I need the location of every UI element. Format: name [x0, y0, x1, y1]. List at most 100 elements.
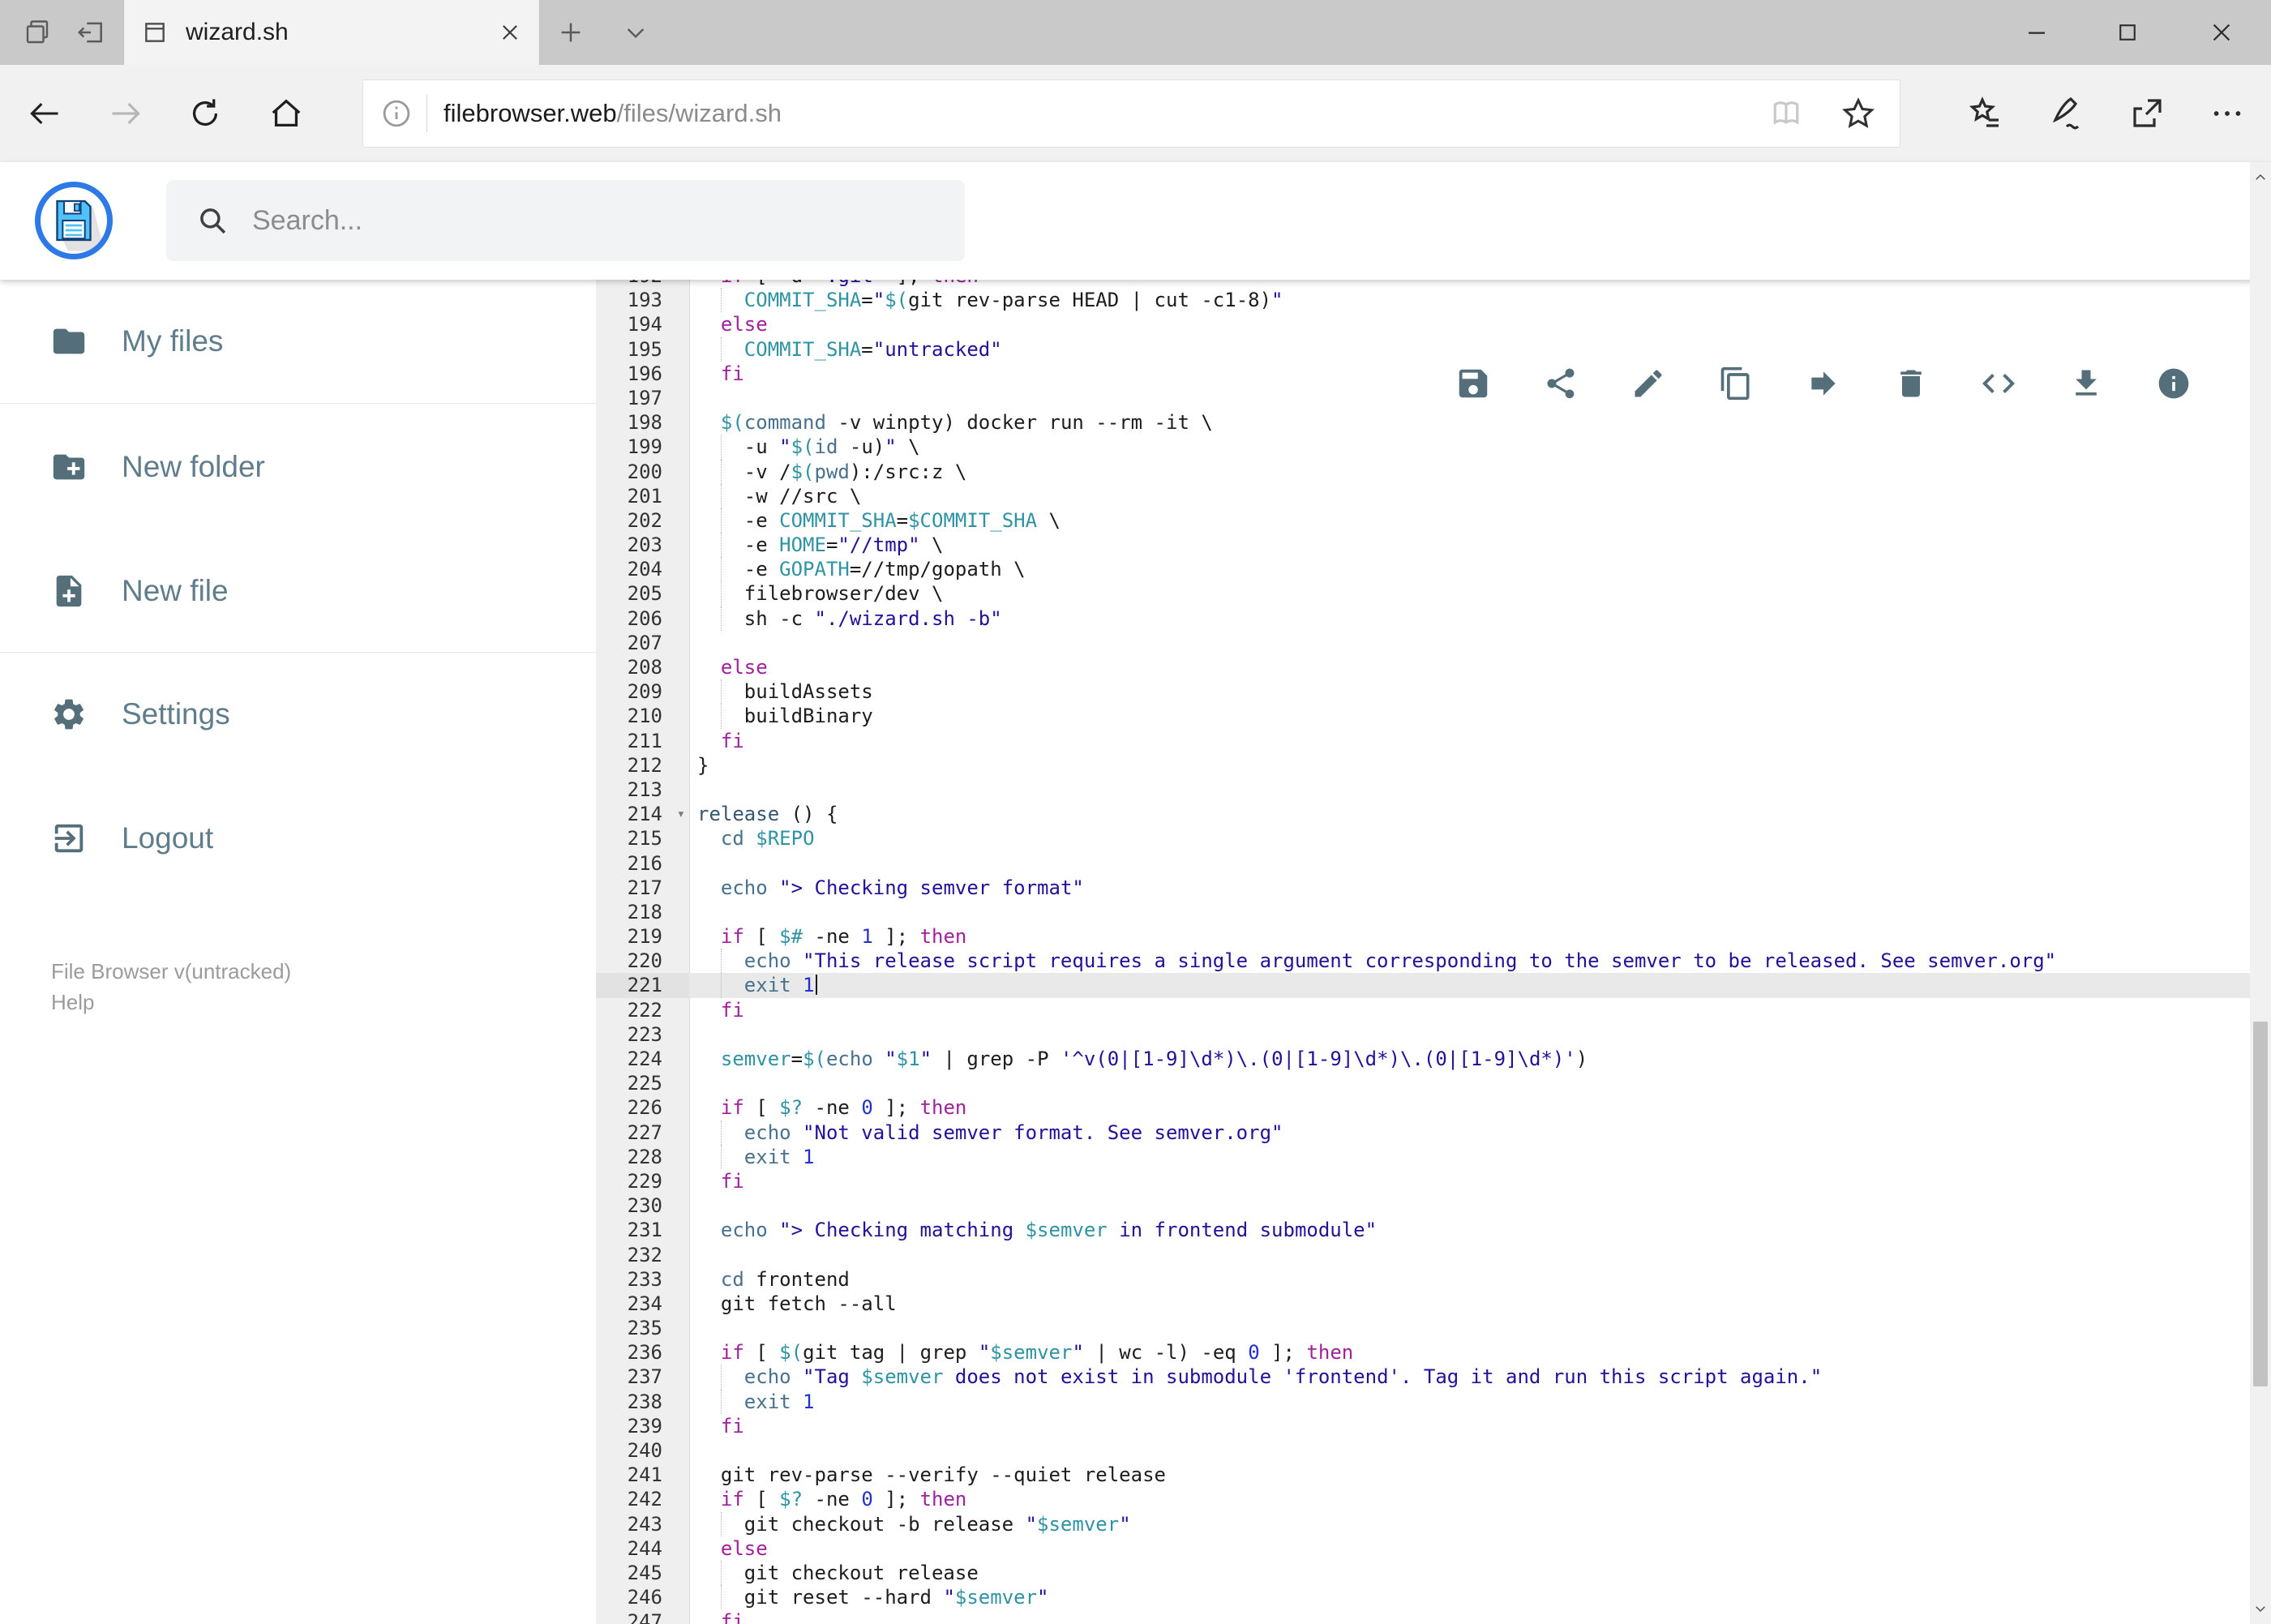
move-icon[interactable] — [1793, 353, 1854, 414]
code-line[interactable]: 213 — [596, 778, 2250, 802]
sidebar-item-new-file[interactable]: New file — [0, 558, 596, 624]
sidebar-item-my-files[interactable]: My files — [0, 308, 596, 375]
favorite-star-icon[interactable] — [1840, 95, 1877, 132]
window-close-icon[interactable] — [2185, 0, 2258, 65]
code-line[interactable]: 218 — [596, 900, 2250, 924]
code-line[interactable]: 247 fi — [596, 1609, 2250, 1624]
code-line[interactable]: 220 echo "This release script requires a… — [596, 949, 2250, 974]
code-line[interactable]: 230 — [596, 1193, 2250, 1218]
delete-icon[interactable] — [1880, 353, 1942, 414]
code-line[interactable]: 205 filebrowser/dev \ — [596, 581, 2250, 606]
code-line-text[interactable]: if [ $? -ne 0 ]; then — [689, 1487, 2250, 1511]
code-line-text[interactable]: else — [689, 1536, 2250, 1561]
code-line[interactable]: 217 echo "> Checking semver format" — [596, 876, 2250, 900]
code-line-text[interactable]: echo "> Checking semver format" — [689, 876, 2250, 900]
code-line[interactable]: 207 — [596, 631, 2250, 655]
code-line-text[interactable]: exit 1 — [689, 1144, 2250, 1169]
code-line-text[interactable]: COMMIT_SHA="$(git rev-parse HEAD | cut -… — [689, 288, 2250, 313]
code-line[interactable]: 246 git reset --hard "$semver" — [596, 1585, 2250, 1610]
sidebar-item-new-folder[interactable]: New folder — [0, 434, 596, 500]
code-line-text[interactable]: if [ $# -ne 1 ]; then — [689, 924, 2250, 949]
code-line[interactable]: 228 exit 1 — [596, 1144, 2250, 1169]
sidebar-item-logout[interactable]: Logout — [0, 805, 596, 872]
code-line[interactable]: 225 — [596, 1071, 2250, 1095]
help-link[interactable]: Help — [51, 990, 94, 1015]
code-line-text[interactable]: buildBinary — [689, 704, 2250, 729]
code-line-text[interactable]: git checkout -b release "$semver" — [689, 1511, 2250, 1536]
code-line-text[interactable]: } — [689, 753, 2250, 778]
copy-icon[interactable] — [1705, 353, 1767, 414]
code-line[interactable]: 235 — [596, 1316, 2250, 1340]
code-line[interactable]: 216 — [596, 851, 2250, 876]
code-line[interactable]: 223 — [596, 1022, 2250, 1047]
hub-favorites-icon[interactable] — [1957, 85, 2014, 142]
code-line-text[interactable]: sh -c "./wizard.sh -b" — [689, 606, 2250, 631]
code-line-text[interactable] — [689, 1022, 2250, 1047]
code-line-text[interactable]: if [ $? -ne 0 ]; then — [689, 1095, 2250, 1120]
code-line[interactable]: 243 git checkout -b release "$semver" — [596, 1511, 2250, 1536]
code-line-text[interactable] — [689, 778, 2250, 802]
code-line-text[interactable] — [689, 851, 2250, 876]
code-line[interactable]: 226 if [ $? -ne 0 ]; then — [596, 1095, 2250, 1120]
code-line[interactable]: 210 buildBinary — [596, 704, 2250, 729]
code-line[interactable]: 204 -e GOPATH=//tmp/gopath \ — [596, 557, 2250, 582]
page-scrollbar[interactable] — [2250, 162, 2271, 1624]
scroll-down-icon[interactable] — [2250, 1593, 2271, 1624]
code-line[interactable]: 234 git fetch --all — [596, 1292, 2250, 1316]
code-line-text[interactable]: filebrowser/dev \ — [689, 581, 2250, 606]
code-line[interactable]: 244 else — [596, 1536, 2250, 1561]
scrollbar-thumb[interactable] — [2253, 1022, 2268, 1386]
code-line[interactable]: 211 fi — [596, 729, 2250, 753]
code-line-text[interactable]: echo "Not valid semver format. See semve… — [689, 1120, 2250, 1145]
url-text[interactable]: filebrowser.web/files/wizard.sh — [443, 99, 782, 128]
code-line-text[interactable]: fi — [689, 1414, 2250, 1438]
code-line-text[interactable]: release () { — [689, 802, 2250, 826]
code-line-text[interactable]: -v /$(pwd):/src:z \ — [689, 459, 2250, 484]
tab-list-chevron-icon[interactable] — [610, 0, 662, 65]
edit-icon[interactable] — [1618, 353, 1679, 414]
code-line[interactable]: 219 if [ $# -ne 1 ]; then — [596, 924, 2250, 949]
code-line-text[interactable]: else — [689, 655, 2250, 679]
window-minimize-icon[interactable] — [2000, 0, 2073, 65]
code-line-text[interactable]: echo "This release script requires a sin… — [689, 949, 2250, 974]
code-line-text[interactable]: -e HOME="//tmp" \ — [689, 533, 2250, 558]
code-line[interactable]: 242 if [ $? -ne 0 ]; then — [596, 1487, 2250, 1511]
code-line[interactable]: 193 COMMIT_SHA="$(git rev-parse HEAD | c… — [596, 288, 2250, 313]
code-line-text[interactable]: fi — [689, 1169, 2250, 1193]
code-line[interactable]: 208 else — [596, 655, 2250, 679]
save-icon[interactable] — [1442, 353, 1504, 414]
code-line[interactable]: 214 ▾ release () { — [596, 802, 2250, 826]
code-line-text[interactable]: if [ $(git tag | grep "$semver" | wc -l)… — [689, 1340, 2250, 1365]
address-bar[interactable]: filebrowser.web/files/wizard.sh — [362, 79, 1900, 148]
code-line-text[interactable]: git rev-parse --verify --quiet release — [689, 1463, 2250, 1487]
scroll-up-icon[interactable] — [2250, 162, 2271, 193]
code-line-text[interactable]: git checkout release — [689, 1560, 2250, 1586]
share-page-icon[interactable] — [2119, 85, 2175, 142]
code-line-text[interactable]: -u "$(id -u)" \ — [689, 435, 2250, 460]
code-line-text[interactable]: echo "> Checking matching $semver in fro… — [689, 1218, 2250, 1242]
code-line[interactable]: 231 echo "> Checking matching $semver in… — [596, 1218, 2250, 1242]
code-line[interactable]: 232 — [596, 1243, 2250, 1267]
code-line-text[interactable]: exit 1 — [689, 1389, 2250, 1414]
code-line[interactable]: 212} — [596, 753, 2250, 778]
download-icon[interactable] — [2055, 353, 2117, 414]
code-line[interactable]: 203 -e HOME="//tmp" \ — [596, 533, 2250, 558]
code-line[interactable]: 239 fi — [596, 1414, 2250, 1438]
code-line[interactable]: 227 echo "Not valid semver format. See s… — [596, 1120, 2250, 1145]
filebrowser-logo[interactable] — [35, 182, 113, 259]
code-line-text[interactable] — [689, 631, 2250, 655]
code-line-text[interactable]: buildAssets — [689, 679, 2250, 705]
code-line[interactable]: 236 if [ $(git tag | grep "$semver" | wc… — [596, 1340, 2250, 1365]
ink-pen-icon[interactable] — [2038, 85, 2095, 142]
code-line-text[interactable]: semver=$(echo "$1" | grep -P '^v(0|[1-9]… — [689, 1047, 2250, 1071]
browser-tab[interactable]: wizard.sh — [123, 0, 540, 65]
more-menu-icon[interactable] — [2199, 85, 2256, 142]
code-line[interactable]: 224 semver=$(echo "$1" | grep -P '^v(0|[… — [596, 1047, 2250, 1071]
code-line-text[interactable]: git reset --hard "$semver" — [689, 1585, 2250, 1610]
code-line-text[interactable]: fi — [689, 1609, 2250, 1624]
forward-icon[interactable] — [97, 85, 154, 142]
window-maximize-icon[interactable] — [2091, 0, 2164, 65]
code-line-text[interactable]: -e GOPATH=//tmp/gopath \ — [689, 557, 2250, 582]
code-line-text[interactable]: -w //src \ — [689, 483, 2250, 508]
code-line-text[interactable]: fi — [689, 729, 2250, 753]
